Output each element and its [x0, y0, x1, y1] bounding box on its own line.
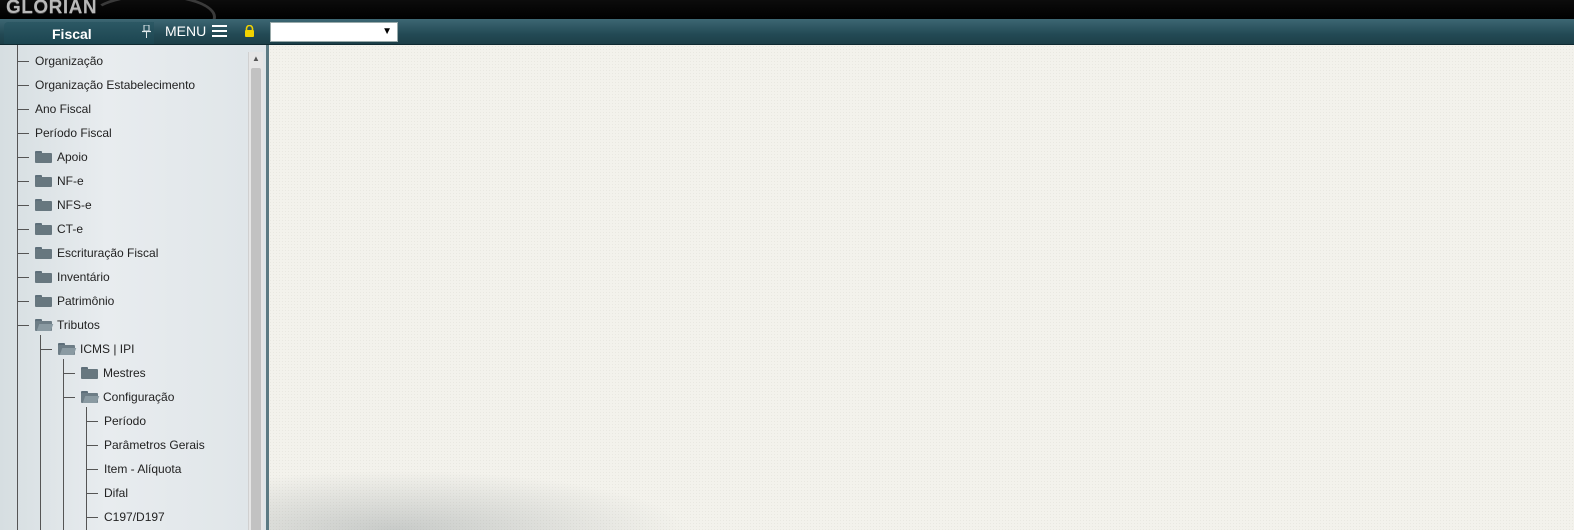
folder-icon — [35, 294, 52, 307]
tree-item-label: Patrimônio — [57, 294, 115, 308]
tree-folder[interactable]: NFS-e — [17, 195, 92, 215]
tree-item[interactable]: Parâmetros Gerais — [86, 435, 205, 455]
tree-connector — [17, 229, 29, 231]
tree-item[interactable]: Organização — [17, 51, 103, 71]
tree-folder[interactable]: NF-e — [17, 171, 84, 191]
tree-item[interactable]: Período Fiscal — [17, 123, 112, 143]
main-content — [269, 45, 1574, 530]
tree-connector — [17, 133, 29, 135]
top-bar: GLORIAN — [0, 0, 1574, 40]
tree-item-label: Parâmetros Gerais — [104, 438, 205, 452]
pin-icon[interactable] — [141, 24, 152, 39]
tree-connector — [17, 157, 29, 159]
module-title: Fiscal — [52, 26, 92, 42]
tree-connector — [17, 325, 29, 327]
tree-connector — [40, 349, 52, 351]
tree-folder[interactable]: Escrituração Fiscal — [17, 243, 158, 263]
tree-connector — [86, 469, 98, 471]
tree-item-label: Período — [104, 414, 147, 428]
tree-guide-line — [40, 335, 41, 530]
tree-item[interactable]: Período — [86, 411, 146, 431]
tree-item[interactable]: C197/D197 — [86, 507, 165, 527]
tree-folder[interactable]: Inventário — [17, 267, 110, 287]
tree-item-label: C197/D197 — [104, 510, 165, 524]
tree-item-label: Inventário — [57, 270, 110, 284]
module-select[interactable]: ▼ — [270, 22, 398, 42]
tree-item-label: Difal — [104, 486, 129, 500]
scroll-up-icon[interactable]: ▲ — [249, 52, 263, 66]
module-bar: Fiscal MENU ▼ — [0, 19, 1574, 45]
tree-item-label: Organização — [35, 54, 104, 68]
tree-item-label: Escrituração Fiscal — [57, 246, 159, 260]
tree-guide-line — [63, 359, 64, 530]
folder-icon — [35, 246, 52, 259]
folder-icon — [35, 270, 52, 283]
lock-icon[interactable] — [244, 24, 255, 37]
background-decoration — [269, 470, 689, 530]
tree-item-label: ICMS | IPI — [80, 342, 135, 356]
tree-item-label: Organização Estabelecimento — [35, 78, 196, 92]
tree-connector — [63, 397, 75, 399]
tree-folder[interactable]: Patrimônio — [17, 291, 114, 311]
hamburger-icon — [212, 25, 228, 37]
folder-open-icon — [81, 390, 100, 403]
folder-open-icon — [35, 318, 54, 331]
tree-connector — [86, 421, 98, 423]
tree-connector — [17, 205, 29, 207]
tree-connector — [17, 301, 29, 303]
tree-item-label: CT-e — [57, 222, 84, 236]
tree-connector — [86, 445, 98, 447]
tree-item[interactable]: Organização Estabelecimento — [17, 75, 195, 95]
menu-label: MENU — [165, 23, 207, 39]
tree-folder[interactable]: Apoio — [17, 147, 88, 167]
tree-item-label: Tributos — [57, 318, 100, 332]
tree-connector — [17, 253, 29, 255]
tree-connector — [17, 109, 29, 111]
tree-item[interactable]: Difal — [86, 483, 128, 503]
tree-connector — [17, 277, 29, 279]
folder-icon — [35, 198, 52, 211]
folder-icon — [81, 366, 98, 379]
tree-item-label: Ano Fiscal — [35, 102, 92, 116]
tree-item-label: Mestres — [103, 366, 146, 380]
tree-guide-line — [86, 407, 87, 530]
tree-folder[interactable]: Configuração — [63, 387, 174, 407]
tree-folder[interactable]: Tributos — [17, 315, 100, 335]
tree-connector — [63, 373, 75, 375]
tree-item-label: Período Fiscal — [35, 126, 112, 140]
tree-folder[interactable]: Mestres — [63, 363, 146, 383]
sidebar-scrollbar[interactable]: ▲ — [248, 52, 263, 530]
tree-item-label: NFS-e — [57, 198, 92, 212]
scroll-thumb[interactable] — [251, 68, 261, 530]
tree-connector — [17, 85, 29, 87]
tree-folder[interactable]: ICMS | IPI — [40, 339, 134, 359]
app-logo: GLORIAN — [6, 0, 98, 18]
folder-open-icon — [58, 342, 77, 355]
tree-connector — [17, 181, 29, 183]
tree-item-label: Configuração — [103, 390, 175, 404]
tree-item[interactable]: Ano Fiscal — [17, 99, 91, 119]
folder-icon — [35, 174, 52, 187]
module-tab[interactable]: Fiscal — [4, 22, 154, 44]
menu-button[interactable]: MENU — [165, 21, 228, 41]
tree-item-label: Item - Alíquota — [104, 462, 182, 476]
tree-item[interactable]: Item - Alíquota — [86, 459, 181, 479]
tree-item-label: Apoio — [57, 150, 88, 164]
tree-folder[interactable]: CT-e — [17, 219, 83, 239]
folder-icon — [35, 150, 52, 163]
folder-icon — [35, 222, 52, 235]
tree-item-label: NF-e — [57, 174, 84, 188]
tree-connector — [86, 493, 98, 495]
tree-connector — [17, 61, 29, 63]
tree-guide-line — [17, 45, 18, 530]
chevron-down-icon: ▼ — [382, 26, 392, 37]
tree-connector — [86, 517, 98, 519]
sidebar: Organização Organização Estabelecimento An… — [0, 45, 269, 530]
